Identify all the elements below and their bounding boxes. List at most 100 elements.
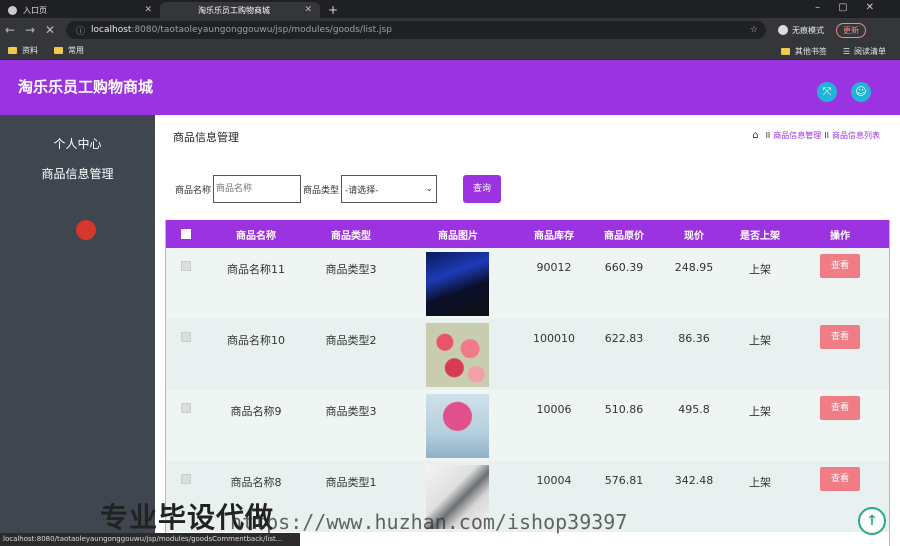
goods-name-input[interactable] [213, 175, 302, 203]
address-bar-row: ← → ✕ ⓘ localhost :8080/taotaoleyaungong… [0, 18, 900, 42]
reading-list-icon: ☰ [842, 46, 850, 56]
url-host: localhost [91, 25, 132, 35]
row-checkbox[interactable] [176, 319, 196, 390]
breadcrumb-item[interactable]: 商品信息管理 [773, 130, 821, 141]
browser-tab-bar: 入口页 ✕ 淘乐乐员工购物商城 ✕ + –▢✕ [0, 0, 900, 18]
goods-type: 商品类型3 [325, 263, 377, 276]
column-header: 现价 [684, 230, 704, 242]
star-icon[interactable]: ☆ [750, 25, 758, 35]
column-header: 商品类型 [331, 230, 371, 242]
view-button[interactable]: 查看 [820, 325, 860, 349]
row-checkbox[interactable] [176, 390, 196, 461]
goods-image [426, 390, 489, 461]
reading-list[interactable]: ☰ 阅读清单 [843, 46, 886, 57]
column-header: 商品库存 [534, 230, 574, 242]
close-icon[interactable]: ✕ [144, 5, 152, 15]
scroll-to-top-icon[interactable]: ↑ [858, 507, 886, 535]
main-content: 商品信息管理 ⌂ II 商品信息管理 II 商品信息列表 商品名称 商品类型 -… [155, 115, 900, 546]
chevron-down-icon: ⌄ [425, 184, 434, 194]
select-all-checkbox[interactable] [176, 220, 196, 248]
folder-icon [780, 47, 790, 55]
goods-stock: 90012 [536, 261, 572, 274]
app-header: 淘乐乐员工购物商城 ⤧ ☺ [0, 60, 900, 115]
info-icon: ⓘ [76, 26, 86, 37]
column-header: 商品名称 [236, 230, 276, 242]
goods-price: 342.48 [674, 474, 714, 487]
fullscreen-icon[interactable]: ⤧ [817, 82, 837, 102]
query-button[interactable]: 查询 [463, 175, 502, 203]
bookmarks-bar: 资料 常用 其他书签 ☰ 阅读清单 [0, 42, 900, 60]
url-path: :8080/taotaoleyaungonggouwu/jsp/modules/… [131, 25, 392, 35]
goods-status: 上架 [749, 334, 771, 347]
home-icon[interactable]: ⌂ [752, 130, 758, 141]
column-header: 操作 [830, 230, 850, 242]
goods-name: 商品名称10 [227, 334, 285, 347]
goods-price: 86.36 [678, 332, 710, 345]
search-form: 商品名称 商品类型 -请选择- ⌄ 查询 [175, 175, 502, 203]
column-header: 商品原价 [604, 230, 644, 242]
goods-price: 248.95 [674, 261, 714, 274]
goods-original-price: 510.86 [604, 403, 644, 416]
goods-original-price: 660.39 [604, 261, 644, 274]
row-checkbox[interactable] [176, 248, 196, 319]
goods-status: 上架 [749, 405, 771, 418]
goods-status: 上架 [749, 263, 771, 276]
page-title: 商品信息管理 [173, 131, 239, 144]
goods-name: 商品名称11 [227, 263, 285, 276]
column-header: 是否上架 [740, 230, 780, 242]
bookmark-folder-other[interactable]: 其他书签 [780, 46, 827, 57]
incognito-icon [778, 25, 788, 35]
tab-label: 入口页 [23, 5, 47, 15]
url-field[interactable]: ⓘ localhost :8080/taotaoleyaungonggouwu/… [66, 21, 766, 39]
tab-label: 淘乐乐员工购物商城 [198, 5, 270, 15]
goods-stock: 100010 [533, 332, 575, 345]
bouquet-image [426, 394, 489, 458]
browser-tab-home[interactable]: 入口页 ✕ [0, 2, 160, 18]
name-label: 商品名称 [175, 185, 212, 196]
sidebar-item-personal-center[interactable]: 个人中心 [0, 135, 155, 152]
table-row: 商品名称10 商品类型2 100010 622.83 86.36 上架 查看 [166, 319, 889, 390]
phone-image [426, 252, 489, 316]
goods-original-price: 622.83 [604, 332, 644, 345]
action-cell: 查看 [820, 248, 860, 319]
goods-type-select[interactable]: -请选择- ⌄ [341, 175, 438, 203]
bookmark-folder[interactable]: 资料 [8, 45, 38, 56]
view-button[interactable]: 查看 [820, 254, 860, 278]
breadcrumb-item[interactable]: 商品信息列表 [832, 130, 880, 141]
update-button[interactable]: 更新 [836, 22, 866, 38]
goods-type: 商品类型2 [325, 334, 377, 347]
flowers-image [426, 323, 489, 387]
bookmark-label: 资料 [22, 46, 38, 55]
bookmark-label: 其他书签 [794, 46, 827, 56]
view-button[interactable]: 查看 [820, 467, 860, 491]
bookmark-label: 阅读清单 [854, 46, 886, 56]
mouse-cursor-indicator [76, 220, 96, 240]
sidebar-item-goods-management[interactable]: 商品信息管理 [0, 165, 155, 182]
view-button[interactable]: 查看 [820, 396, 860, 420]
incognito-indicator[interactable]: 无痕模式 [778, 25, 824, 36]
close-icon[interactable]: ✕ [304, 5, 312, 15]
bookmark-folder[interactable]: 常用 [54, 45, 84, 56]
table-body: 商品名称11 商品类型3 90012 660.39 248.95 上架 查看 商… [166, 248, 889, 532]
goods-image [426, 319, 489, 390]
type-label: 商品类型 [303, 185, 340, 196]
folder-icon [54, 47, 63, 54]
goods-name: 商品名称9 [230, 405, 282, 418]
goods-price: 495.8 [678, 403, 710, 416]
forward-icon[interactable]: → [20, 23, 40, 37]
table-row: 商品名称9 商品类型3 10006 510.86 495.8 上架 查看 [166, 390, 889, 461]
stop-icon[interactable]: ✕ [40, 23, 60, 37]
action-cell: 查看 [820, 319, 860, 390]
browser-tab-shop[interactable]: 淘乐乐员工购物商城 ✕ [160, 2, 320, 18]
back-icon[interactable]: ← [0, 23, 20, 37]
goods-image [426, 248, 489, 319]
user-icon[interactable]: ☺ [851, 82, 871, 102]
window-controls[interactable]: –▢✕ [815, 2, 892, 13]
select-value: -请选择- [345, 185, 379, 196]
goods-status: 上架 [749, 476, 771, 489]
new-tab-icon[interactable]: + [320, 2, 346, 18]
folder-icon [8, 47, 17, 54]
table-row: 商品名称11 商品类型3 90012 660.39 248.95 上架 查看 [166, 248, 889, 319]
sidebar: 个人中心 商品信息管理 [0, 115, 155, 546]
breadcrumb: ⌂ II 商品信息管理 II 商品信息列表 [752, 130, 880, 141]
